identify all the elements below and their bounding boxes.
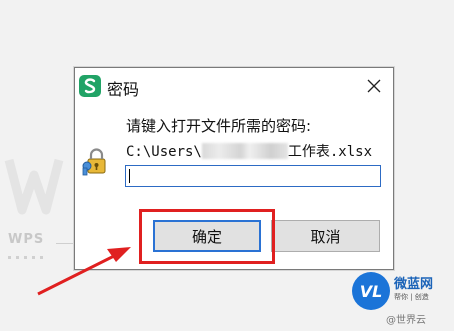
dialog-titlebar[interactable]: 密码 — [75, 68, 393, 106]
dialog-title: 密码 — [107, 80, 140, 99]
watermark-logo: VL — [352, 272, 390, 310]
wps-spreadsheet-icon — [79, 75, 101, 97]
red-highlight-box — [139, 209, 275, 264]
background-dots — [8, 256, 44, 259]
redacted-file-name — [201, 143, 288, 159]
watermark-subtitle: 帮你 | 创造 — [394, 293, 429, 301]
wps-background-text: WPS — [8, 232, 45, 247]
watermark-name: 微蓝网 — [394, 277, 434, 292]
watermark-credit: @世界云 — [386, 315, 426, 326]
key-lock-icon — [82, 148, 106, 176]
close-button[interactable] — [365, 77, 383, 95]
password-input[interactable] — [125, 165, 381, 187]
file-path: C:\Users\ 工作表.xlsx — [126, 141, 372, 161]
close-icon — [367, 79, 381, 93]
file-path-suffix: 工作表.xlsx — [287, 144, 373, 160]
password-prompt: 请键入打开文件所需的密码: — [126, 117, 312, 135]
text-caret — [129, 169, 130, 183]
background-line — [56, 243, 74, 244]
cancel-button[interactable]: 取消 — [271, 220, 380, 252]
wps-background-logo — [4, 158, 64, 215]
file-path-prefix: C:\Users\ — [126, 144, 202, 160]
